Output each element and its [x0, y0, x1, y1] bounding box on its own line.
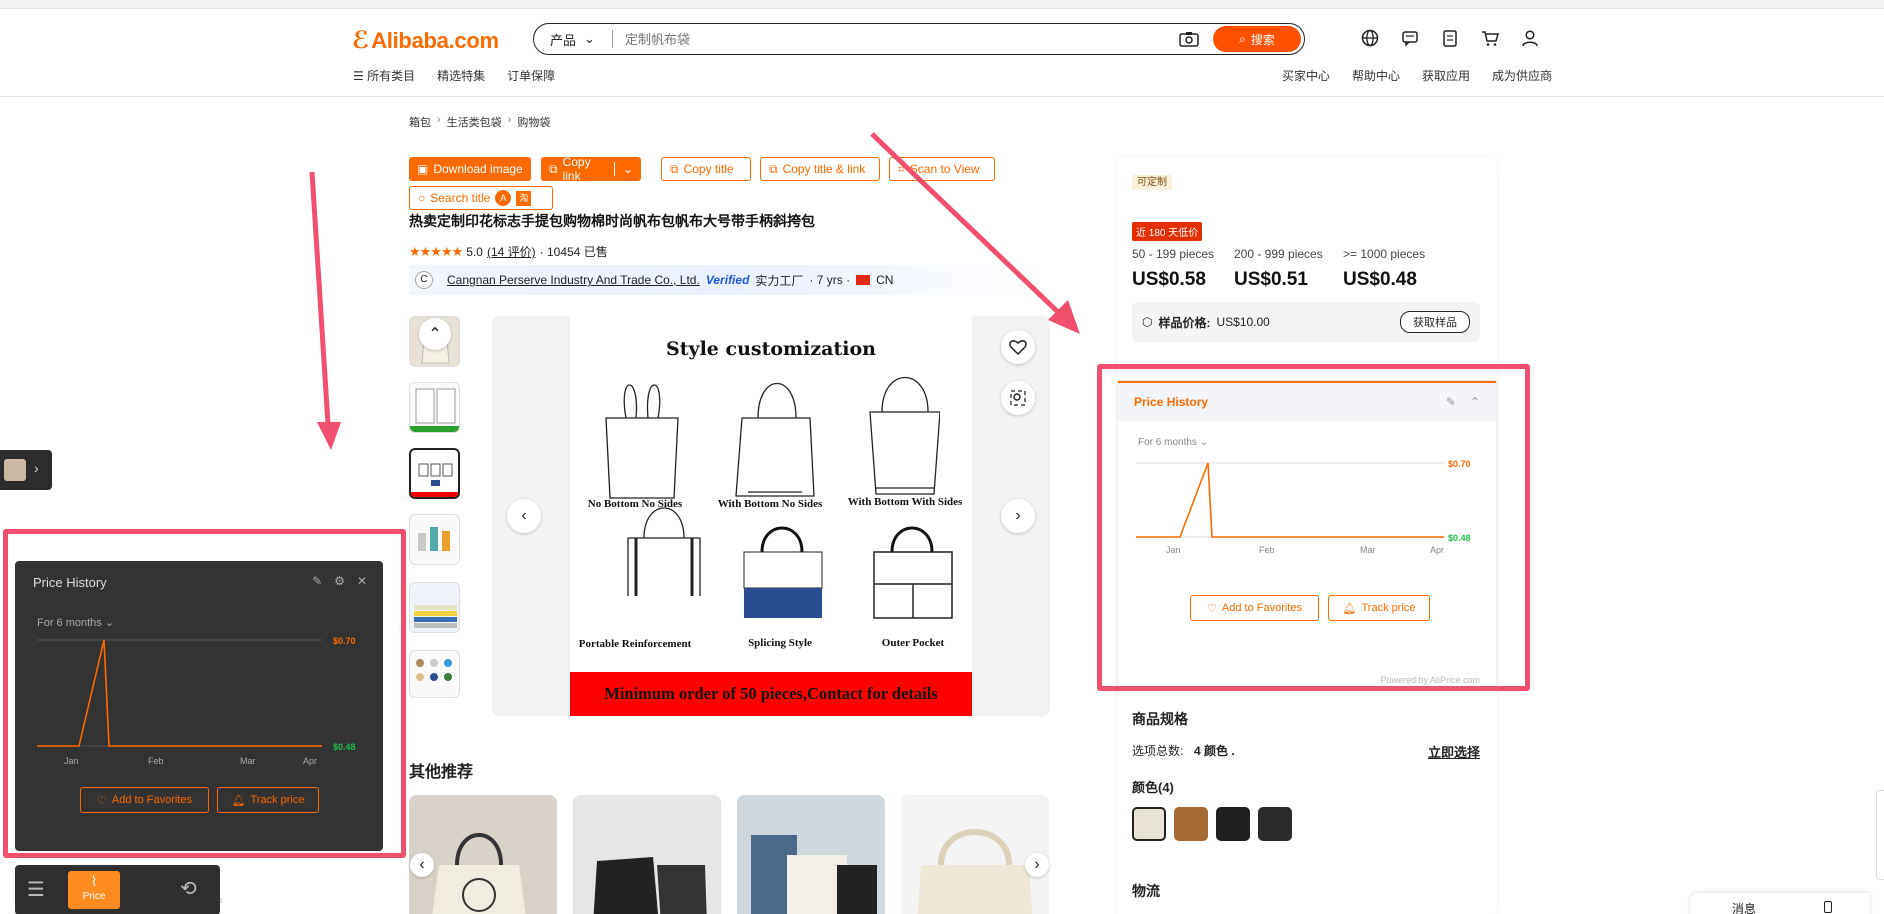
menu-icon[interactable]: ☰ — [27, 877, 45, 902]
phone-icon — [1824, 901, 1832, 913]
price-tab[interactable]: ⌇ Price — [68, 871, 120, 909]
product-thumb — [4, 459, 26, 481]
side-scroll-handle[interactable] — [1876, 790, 1884, 880]
extension-bottom-bar: ☰ ⌇ Price ⟲ ‹ — [15, 865, 223, 914]
extension-side-tab[interactable]: › — [0, 450, 52, 490]
message-widget[interactable]: 消息 — [1690, 893, 1870, 914]
history-icon[interactable]: ⟲ — [180, 876, 197, 901]
chart-pulse-icon: ⌇ — [90, 873, 98, 889]
annotation-box-left — [3, 529, 406, 858]
chevron-right-icon: › — [34, 460, 39, 476]
chevron-left-icon[interactable]: ‹ — [219, 893, 223, 907]
